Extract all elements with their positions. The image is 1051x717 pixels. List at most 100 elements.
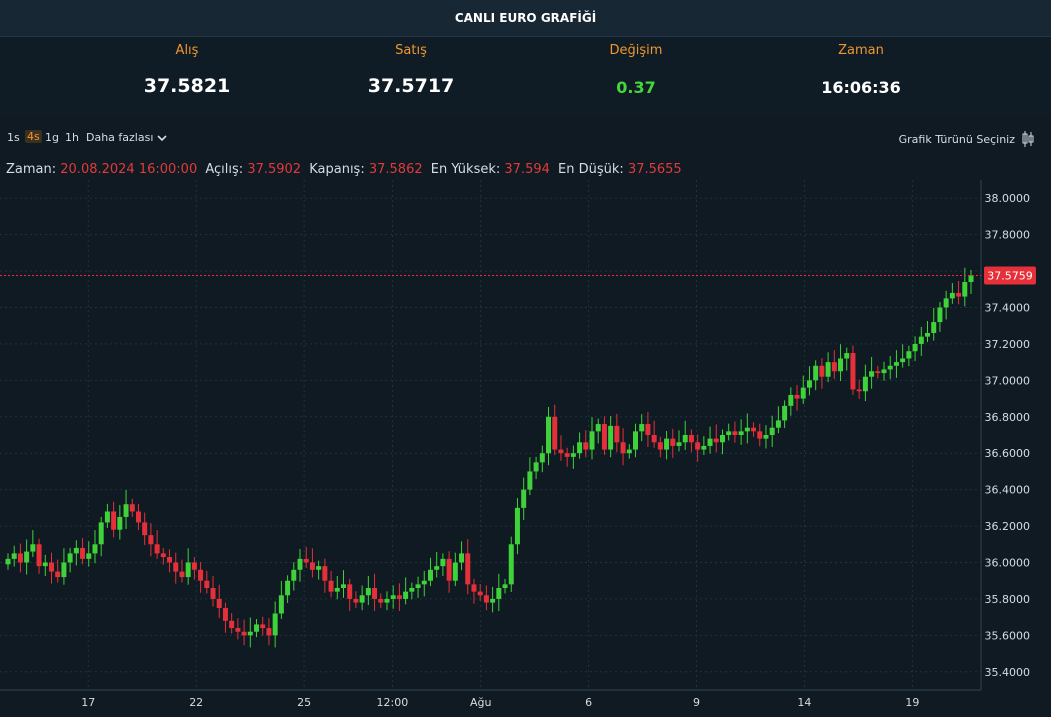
timeframe-1g[interactable]: 1g <box>45 131 59 144</box>
candle-body <box>303 558 309 563</box>
candle-body <box>384 598 390 603</box>
candle-body <box>757 431 763 439</box>
candle-body <box>949 292 955 299</box>
legend-low-key: En Düşük: <box>558 162 624 177</box>
candle-body <box>664 438 670 450</box>
candle-body <box>670 438 676 446</box>
candle-body <box>104 511 110 523</box>
candle-body <box>123 504 129 517</box>
candle-body <box>204 580 210 588</box>
candle-body <box>931 322 937 333</box>
candle-body <box>608 425 614 450</box>
stat-bid-value: 37.5821 <box>143 75 231 97</box>
timeframe-1s[interactable]: 1s <box>7 131 20 144</box>
candle-body <box>67 553 73 563</box>
candle-body <box>751 427 757 432</box>
candle-body <box>496 588 502 599</box>
candle-body <box>943 298 949 308</box>
candle-body <box>925 333 931 337</box>
candle-body <box>713 438 719 443</box>
candle-body <box>216 598 222 609</box>
candle-body <box>111 511 117 530</box>
stat-change-label: Değişim <box>609 43 663 58</box>
candle-body <box>918 336 924 344</box>
timeframe-4s[interactable]: 4s <box>25 130 42 143</box>
x-tick-label: 14 <box>797 696 811 709</box>
candle-body <box>688 435 694 443</box>
candle-body <box>129 504 135 512</box>
candle-body <box>61 562 67 578</box>
timeframe-1h[interactable]: 1h <box>65 131 79 144</box>
y-tick-label: 37.4000 <box>985 302 1031 315</box>
candle-body <box>316 566 322 570</box>
candle-body <box>24 551 30 563</box>
candle-body <box>850 353 856 390</box>
candle-body <box>968 275 974 282</box>
candlestick-chart[interactable]: 38.000037.800037.600037.400037.200037.00… <box>0 180 1051 717</box>
candle-body <box>719 435 725 443</box>
candle-body <box>173 562 179 572</box>
candle-body <box>701 445 707 450</box>
candle-body <box>875 371 881 374</box>
candle-body <box>962 282 968 297</box>
y-tick-label: 36.2000 <box>985 520 1031 533</box>
candle-body <box>881 369 887 374</box>
x-tick-label: 6 <box>585 696 592 709</box>
candle-body <box>844 353 850 359</box>
legend-open-key: Açılış: <box>205 162 244 177</box>
candle-body <box>639 424 645 432</box>
chart-type-label: Grafik Türünü Seçiniz <box>898 132 1015 146</box>
candle-body <box>477 591 483 596</box>
candle-body <box>154 544 160 554</box>
x-tick-label: Ağu <box>470 696 491 709</box>
candle-body <box>254 624 260 632</box>
candle-body <box>831 362 837 372</box>
candle-body <box>695 442 701 450</box>
more-timeframes-button[interactable]: Daha fazlası <box>86 131 167 144</box>
candle-body <box>483 595 489 603</box>
candle-body <box>813 365 819 381</box>
y-tick-label: 36.6000 <box>985 447 1031 460</box>
x-tick-label: 9 <box>693 696 700 709</box>
candle-body <box>55 571 61 578</box>
chart-type-button[interactable]: Grafik Türünü Seçiniz <box>899 130 1035 148</box>
candle-body <box>191 562 197 570</box>
candle-body <box>869 371 875 377</box>
candle-body <box>825 362 831 377</box>
candle-body <box>396 595 402 599</box>
page-title: CANLI EURO GRAFİĞİ <box>454 11 597 25</box>
legend-close-value: 37.5862 <box>368 162 423 177</box>
candle-body <box>390 595 396 599</box>
candle-body <box>30 544 36 552</box>
candle-body <box>614 425 620 443</box>
legend-low-value: 37.5655 <box>627 162 682 177</box>
legend-open-value: 37.5902 <box>247 162 302 177</box>
candle-body <box>552 416 558 450</box>
candle-body <box>862 376 868 392</box>
candle-body <box>73 547 79 554</box>
legend-close-key: Kapanış: <box>309 162 365 177</box>
candle-body <box>266 628 272 636</box>
candle-body <box>142 522 148 536</box>
legend-high-value: 37.594 <box>504 162 550 177</box>
candle-body <box>471 584 477 592</box>
candle-body <box>633 431 639 450</box>
candle-body <box>539 453 545 463</box>
candle-body <box>838 358 844 372</box>
candle-body <box>328 580 334 592</box>
candle-body <box>247 631 253 636</box>
candle-body <box>775 420 781 428</box>
y-tick-label: 35.8000 <box>985 593 1031 606</box>
y-tick-label: 36.0000 <box>985 557 1031 570</box>
candle-body <box>452 562 458 581</box>
x-tick-label: 19 <box>905 696 919 709</box>
candle-body <box>421 580 427 585</box>
candle-body <box>340 584 346 588</box>
candle-body <box>229 620 235 629</box>
candle-body <box>5 558 11 565</box>
candle-body <box>353 598 359 603</box>
last-price-label: 37.5759 <box>987 269 1033 282</box>
candle-body <box>819 365 825 377</box>
candle-body <box>440 558 446 567</box>
candle-body <box>558 449 564 454</box>
